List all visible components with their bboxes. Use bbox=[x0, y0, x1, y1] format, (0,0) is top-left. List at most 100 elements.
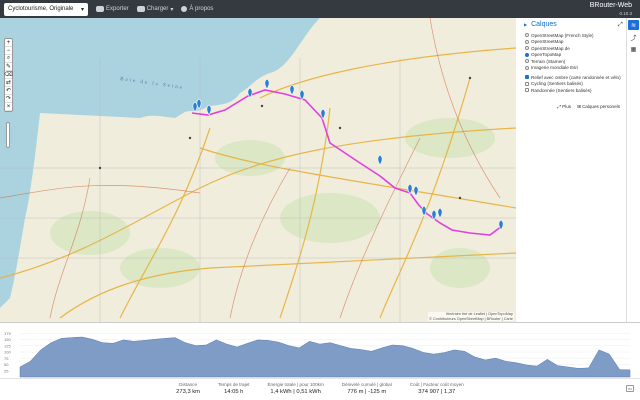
stat-value: 776 m | -125 m bbox=[347, 389, 387, 395]
stat-value: 14:05 h bbox=[224, 389, 244, 395]
stat-value: 1,4 kWh | 0,51 kWh bbox=[270, 389, 321, 395]
chevron-down-icon: ▾ bbox=[80, 6, 84, 13]
city-dot bbox=[260, 104, 264, 108]
layers-panel: ▶ Calques OpenStreetMap (French Style) Op… bbox=[516, 18, 626, 322]
cloud-upload-icon bbox=[136, 6, 145, 12]
tab-table-icon[interactable]: ▦ bbox=[628, 44, 639, 54]
redo-icon[interactable]: ↷ bbox=[5, 95, 12, 103]
layer-label: OpenStreetMap (French Style) bbox=[531, 32, 594, 38]
stat-item: Temps de trajet 14:05 h bbox=[218, 381, 249, 400]
info-icon bbox=[181, 6, 188, 12]
checkbox[interactable] bbox=[525, 88, 529, 93]
waypoint-marker bbox=[437, 207, 443, 219]
close-icon[interactable]: × bbox=[5, 103, 12, 111]
brouter-app: Cyclotourisme, Originale ▾ Exporter Char… bbox=[0, 0, 640, 400]
radio-button[interactable] bbox=[525, 52, 529, 57]
layer-label: Terrain (Stamen) bbox=[531, 58, 566, 64]
waypoint-marker bbox=[264, 78, 270, 90]
radio-button[interactable] bbox=[525, 39, 529, 44]
delete-route-icon[interactable]: ⌫ bbox=[4, 71, 13, 79]
export-label: Exporter bbox=[106, 6, 129, 12]
radio-button[interactable] bbox=[525, 46, 529, 51]
opacity-slider[interactable] bbox=[6, 122, 10, 148]
elevation-chart: 175150125 100755025 bbox=[4, 331, 631, 378]
plus-box-icon: ⊞ bbox=[577, 103, 581, 109]
overlay-layers-list: Relief avec ombre (carte randonnée et vé… bbox=[516, 74, 626, 94]
layer-actions: ⤢ Plus ⊞ Calques personels bbox=[516, 104, 626, 110]
caret-right-icon: ▶ bbox=[524, 22, 528, 27]
radio-button[interactable] bbox=[525, 33, 529, 38]
map-view[interactable]: Baie de la Seine + − ⌕ ✎ ⌫ ⇄ ↶ ↷ × Itiné… bbox=[0, 18, 516, 322]
waypoint-marker bbox=[289, 84, 295, 96]
tab-routing-icon[interactable]: ⤴ bbox=[628, 32, 639, 42]
expand-icon[interactable]: ⤢ bbox=[618, 22, 623, 29]
cloud-download-icon bbox=[96, 6, 104, 12]
reverse-route-icon[interactable]: ⇄ bbox=[5, 79, 12, 87]
overlay-layer-option[interactable]: Relief avec ombre (carte randonnée et vé… bbox=[516, 74, 626, 81]
checkbox[interactable] bbox=[525, 81, 529, 86]
elevation-profile[interactable]: 175 150 125 100 75 50 25 bbox=[0, 322, 640, 378]
brand-version: 0.10.3 bbox=[619, 11, 632, 16]
stat-label: Énergie totale | pour 100km bbox=[267, 382, 324, 387]
stat-label: Distance bbox=[179, 382, 198, 387]
y-tick-label: 150 bbox=[4, 337, 11, 342]
stat-value: 273,3 km bbox=[176, 389, 201, 395]
layer-label: Cycling (Sentiers balisés) bbox=[531, 81, 583, 87]
y-tick-label: 175 bbox=[4, 331, 11, 336]
layer-label: OpenTopoMap bbox=[531, 52, 562, 58]
layers-title: Calques bbox=[531, 21, 557, 28]
y-tick-label: 50 bbox=[4, 362, 9, 367]
profile-select[interactable]: Cyclotourisme, Originale ▾ bbox=[4, 2, 88, 16]
city-dot bbox=[458, 196, 462, 200]
load-label: Charger bbox=[146, 6, 169, 12]
waypoint-marker bbox=[413, 185, 419, 197]
radio-button[interactable] bbox=[525, 65, 529, 70]
sidebar-tabs: ≋ ⤴ ▦ bbox=[626, 18, 640, 322]
export-menu[interactable]: Exporter bbox=[96, 6, 129, 12]
y-tick-label: 75 bbox=[4, 356, 9, 361]
stat-label: Dénivelé cumulé | global bbox=[341, 382, 392, 387]
stat-value: 374 907 | 1,37 bbox=[418, 389, 456, 395]
zoom-out-button[interactable]: − bbox=[5, 47, 12, 55]
layers-header[interactable]: ▶ Calques bbox=[524, 21, 626, 28]
checkbox[interactable] bbox=[525, 75, 529, 80]
profile-toggle-button[interactable]: ▭ bbox=[626, 385, 634, 392]
custom-layers-button[interactable]: ⊞ Calques personels bbox=[577, 104, 620, 110]
overlay-layer-option[interactable]: Randonnée (Sentiers balisés) bbox=[516, 87, 626, 94]
y-tick-label: 100 bbox=[4, 350, 11, 355]
elevation-area bbox=[19, 336, 631, 378]
radio-button[interactable] bbox=[525, 59, 529, 64]
city-dot bbox=[188, 136, 192, 140]
stat-item: Coût | Facteur coût moyen 374 907 | 1,37 bbox=[410, 381, 464, 400]
undo-icon[interactable]: ↶ bbox=[5, 87, 12, 95]
more-layers-button[interactable]: ⤢ Plus bbox=[557, 104, 571, 110]
map-canvas: Baie de la Seine bbox=[0, 18, 516, 322]
stat-item: Distance 273,3 km bbox=[176, 381, 200, 400]
profile-select-value: Cyclotourisme, Originale bbox=[8, 6, 74, 12]
layer-label: Randonnée (Sentiers balisés) bbox=[531, 87, 592, 93]
stat-item: Dénivelé cumulé | global 776 m | -125 m bbox=[342, 381, 392, 400]
waypoint-marker bbox=[377, 154, 383, 166]
layer-label: OpenStreetMap.de bbox=[531, 45, 570, 51]
brand: BRouter-Web 0.10.3 bbox=[590, 2, 632, 17]
load-menu[interactable]: Charger ▾ bbox=[136, 6, 173, 13]
y-tick-label: 25 bbox=[4, 368, 9, 373]
about-label: À propos bbox=[189, 6, 214, 12]
zoom-in-button[interactable]: + bbox=[5, 39, 12, 47]
tab-layers-icon[interactable]: ≋ bbox=[628, 20, 639, 30]
more-layers-label: Plus bbox=[562, 104, 572, 109]
waypoint-marker bbox=[421, 205, 427, 217]
search-icon[interactable]: ⌕ bbox=[5, 55, 12, 63]
about-link[interactable]: À propos bbox=[181, 6, 213, 12]
top-navbar: Cyclotourisme, Originale ▾ Exporter Char… bbox=[0, 0, 640, 18]
city-dot bbox=[468, 76, 472, 80]
city-dot bbox=[338, 126, 342, 130]
draw-route-icon[interactable]: ✎ bbox=[5, 63, 12, 71]
map-attribution: Itinéraire tiré de Leaflet | OpenTopoMap… bbox=[428, 312, 514, 321]
attribution-line-2: © Contributeurs OpenStreetMap | BRouter … bbox=[429, 316, 513, 321]
base-layers-list: OpenStreetMap (French Style) OpenStreetMa… bbox=[516, 32, 626, 71]
layer-label: OpenStreetMap bbox=[531, 39, 564, 45]
resize-icon: ⤢ bbox=[557, 104, 562, 109]
stat-item: Énergie totale | pour 100km 1,4 kWh | 0,5… bbox=[267, 381, 323, 400]
brand-name: BRouter-Web bbox=[589, 2, 632, 9]
